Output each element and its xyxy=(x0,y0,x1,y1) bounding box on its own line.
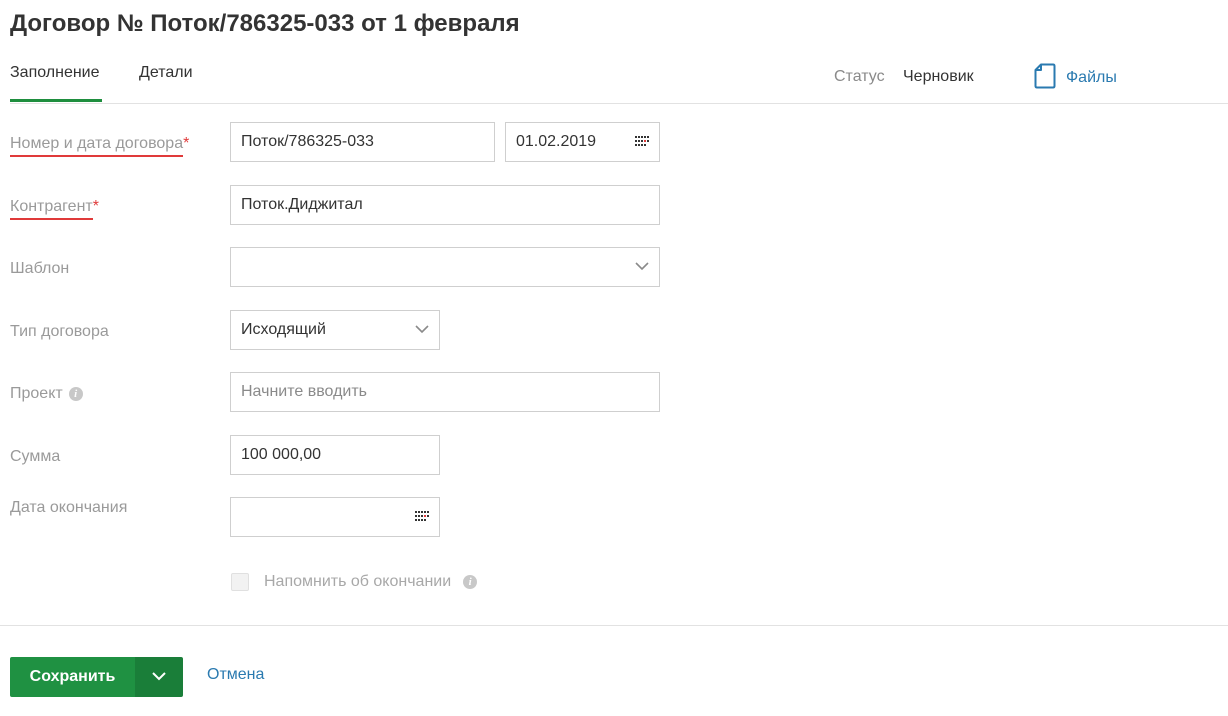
number-date-label: Номер и дата договора* xyxy=(10,135,190,157)
status-value: Черновик xyxy=(903,68,974,85)
counterparty-input[interactable]: Поток.Диджитал xyxy=(230,185,660,225)
info-icon[interactable]: i xyxy=(463,575,478,589)
remind-checkbox[interactable] xyxy=(231,573,249,591)
amount-input[interactable]: 100 000,00 xyxy=(230,435,440,475)
contract-date-input[interactable]: 01.02.2019 xyxy=(505,122,660,162)
files-link[interactable]: Файлы xyxy=(1034,63,1117,94)
remind-label: Напомнить об окончании i xyxy=(264,573,478,591)
calendar-icon[interactable] xyxy=(635,133,649,151)
template-label: Шаблон xyxy=(10,260,70,277)
project-label: Проект i xyxy=(10,385,83,403)
chevron-down-icon xyxy=(635,258,649,276)
tab-details-label: Детали xyxy=(139,64,193,81)
contract-type-label: Тип договора xyxy=(10,323,109,340)
tab-filling-label: Заполнение xyxy=(10,64,100,81)
save-button[interactable]: Сохранить xyxy=(10,657,135,697)
project-input[interactable]: Начните вводить xyxy=(230,372,660,412)
save-options-button[interactable] xyxy=(135,657,183,697)
files-label: Файлы xyxy=(1066,69,1117,86)
counterparty-label: Контрагент* xyxy=(10,198,99,220)
project-placeholder: Начните вводить xyxy=(241,383,368,400)
template-select[interactable] xyxy=(230,247,660,287)
required-mark: * xyxy=(183,135,190,152)
calendar-icon[interactable] xyxy=(415,508,429,526)
amount-value: 100 000,00 xyxy=(241,446,322,463)
contract-date-value: 01.02.2019 xyxy=(516,133,597,150)
end-date-input[interactable] xyxy=(230,497,440,537)
contract-number-value: Поток/786325-033 xyxy=(241,133,374,150)
file-icon xyxy=(1034,63,1056,94)
tabs-divider xyxy=(10,103,1228,104)
contract-number-input[interactable]: Поток/786325-033 xyxy=(230,122,495,162)
amount-label: Сумма xyxy=(10,448,61,465)
project-label-text: Проект xyxy=(10,385,63,402)
counterparty-value: Поток.Диджитал xyxy=(241,196,363,213)
contract-type-select[interactable]: Исходящий xyxy=(230,310,440,350)
required-mark: * xyxy=(92,198,99,215)
end-date-label: Дата окончания xyxy=(10,499,128,516)
tab-filling[interactable]: Заполнение xyxy=(10,64,102,102)
chevron-down-icon xyxy=(415,321,429,339)
chevron-down-icon xyxy=(152,668,166,686)
page-title: Договор № Поток/786325-033 от 1 февраля xyxy=(10,10,520,37)
tab-details[interactable]: Детали xyxy=(139,64,193,102)
number-date-label-text: Номер и дата договора xyxy=(10,135,184,157)
counterparty-label-text: Контрагент xyxy=(10,198,93,220)
info-icon[interactable]: i xyxy=(68,387,83,401)
status-label: Статус xyxy=(834,68,885,85)
contract-type-value: Исходящий xyxy=(241,321,326,338)
footer-divider xyxy=(0,625,1228,626)
cancel-button[interactable]: Отмена xyxy=(207,666,264,684)
remind-label-text: Напомнить об окончании xyxy=(264,573,452,590)
